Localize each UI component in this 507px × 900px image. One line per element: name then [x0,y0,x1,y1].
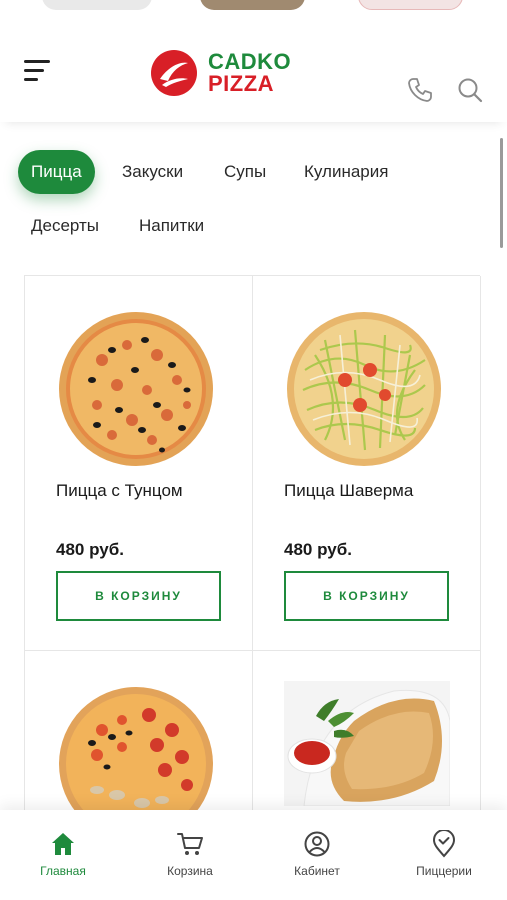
nav-pizzerias-label: Пиццерии [416,864,472,878]
product-price: 480 руб. [284,540,352,559]
banner-thumb [42,0,152,10]
tab-pizza[interactable]: Пицца [18,150,95,194]
product-card[interactable] [25,651,253,841]
menu-icon[interactable] [24,58,52,82]
calzone-image [284,681,450,806]
account-icon [304,831,330,857]
pizza-tuna-image [59,312,213,466]
add-to-cart-button[interactable]: В КОРЗИНУ [56,571,221,621]
tab-drinks[interactable]: Напитки [139,204,204,248]
scrollbar[interactable] [500,138,503,248]
nav-account[interactable]: Кабинет [254,810,380,900]
add-to-cart-button[interactable]: В КОРЗИНУ [284,571,449,621]
product-price: 480 руб. [56,540,124,559]
pizza-shawarma-image [287,312,441,466]
nav-pizzerias[interactable]: Пиццерии [381,810,507,900]
product-card[interactable]: Пицца с Тунцом 480 руб. В КОРЗИНУ [25,276,253,651]
nav-home-label: Главная [40,864,86,878]
nav-cart-label: Корзина [167,864,213,878]
brand-logo[interactable]: CADKO PIZZA [150,48,291,98]
banner-thumb [200,0,305,10]
app-header: CADKO PIZZA [0,18,507,122]
nav-account-label: Кабинет [294,864,340,878]
product-name: Пицца Шаверма [284,481,414,500]
product-grid: Пицца с Тунцом 480 руб. В КОРЗИНУ Пицца … [24,275,481,841]
tab-soups[interactable]: Супы [224,150,266,194]
bottom-navigation: Главная Корзина Кабинет Пиццерии [0,810,507,900]
nav-cart[interactable]: Корзина [127,810,253,900]
tab-snacks[interactable]: Закуски [122,150,183,194]
search-icon[interactable] [456,76,484,104]
previous-content-peek [0,0,507,12]
logo-mark-icon [151,50,197,96]
home-icon [52,833,74,855]
product-name: Пицца с Тунцом [56,481,183,500]
product-card[interactable] [253,651,481,836]
location-icon [432,830,456,858]
nav-home[interactable]: Главная [0,810,126,900]
phone-icon[interactable] [406,76,434,104]
tab-desserts[interactable]: Десерты [31,204,99,248]
brand-line-2: PIZZA [208,71,275,96]
tab-culinary[interactable]: Кулинария [304,150,388,194]
banner-thumb [358,0,463,10]
brand-line-1: CADKO [208,49,292,74]
cart-icon [177,833,203,855]
product-card[interactable]: Пицца Шаверма 480 руб. В КОРЗИНУ [253,276,481,651]
